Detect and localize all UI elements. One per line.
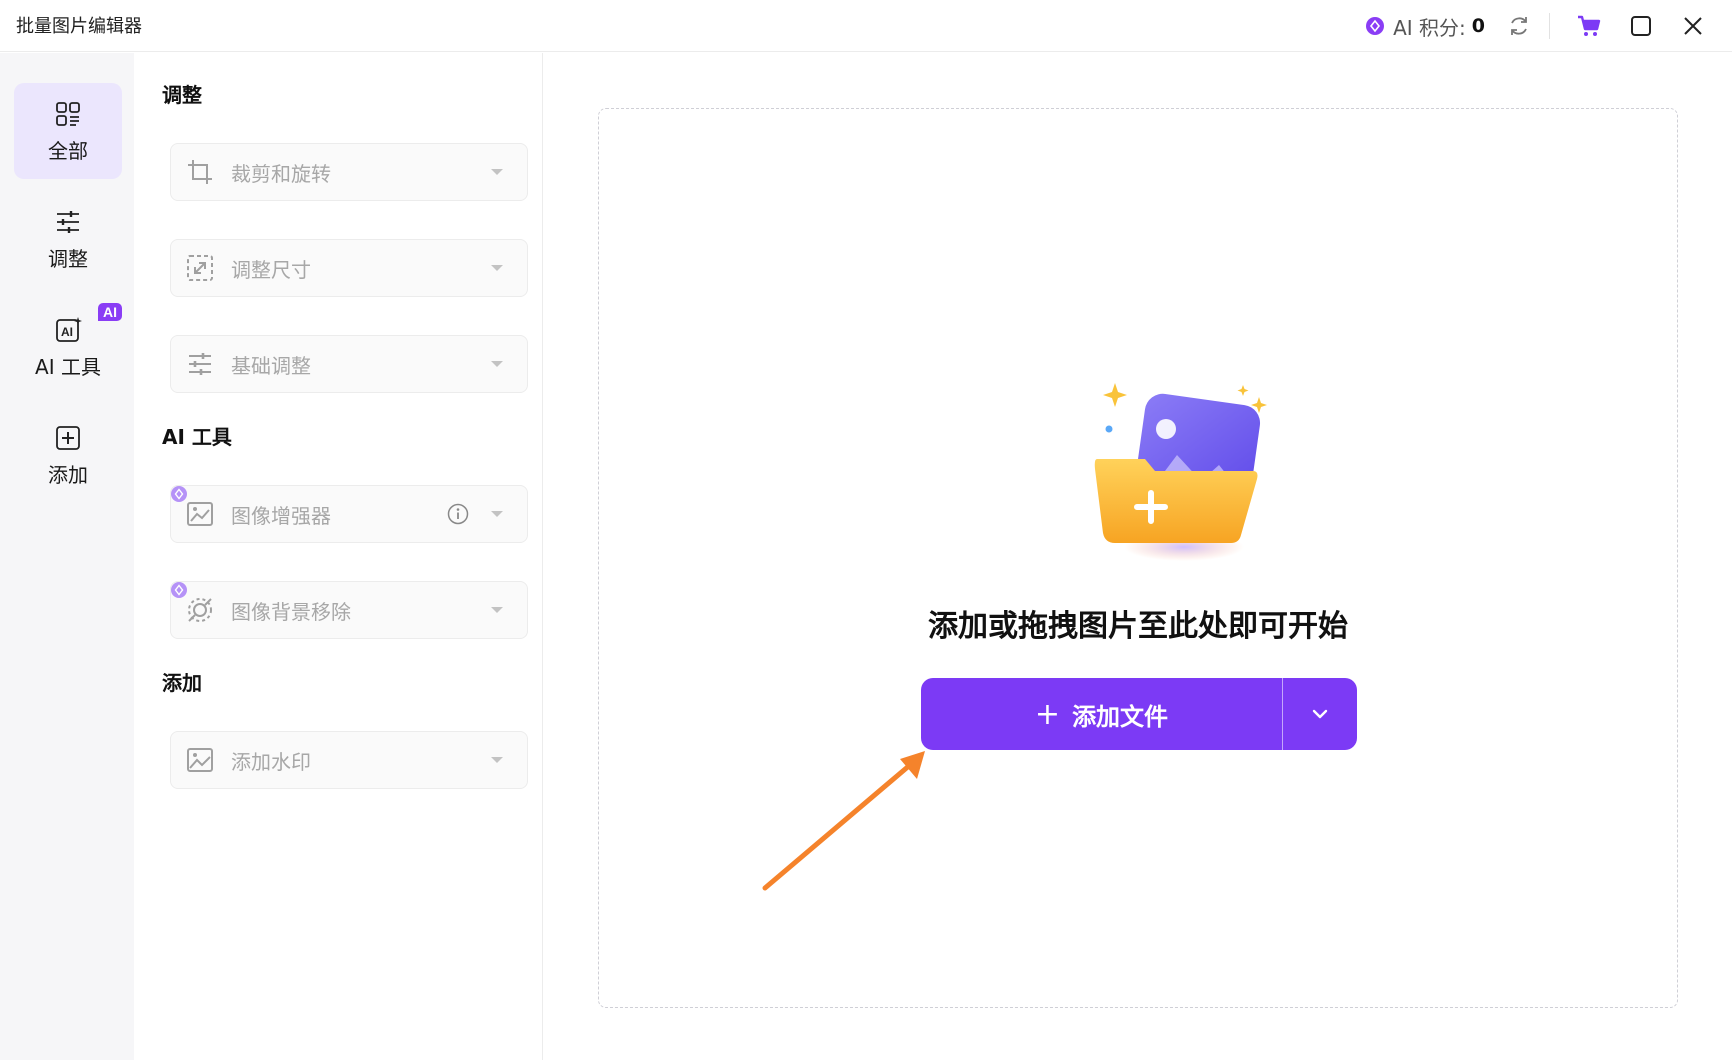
app-title: 批量图片编辑器 bbox=[16, 16, 142, 37]
watermark-icon bbox=[185, 745, 215, 775]
crop-icon bbox=[185, 157, 215, 187]
left-nav: 全部 调整 AI AI AI 工具 添加 bbox=[0, 53, 134, 1060]
image-enhance-icon bbox=[185, 499, 215, 529]
tool-resize[interactable]: 调整尺寸 bbox=[170, 239, 528, 297]
refresh-icon[interactable] bbox=[1507, 14, 1531, 38]
tool-crop-rotate[interactable]: 裁剪和旋转 bbox=[170, 143, 528, 201]
close-icon bbox=[1684, 17, 1702, 35]
chevron-down-icon bbox=[491, 265, 503, 271]
nav-item-adjust[interactable]: 调整 bbox=[14, 191, 122, 287]
add-files-split-button: + 添加文件 bbox=[921, 678, 1357, 750]
tool-label: 基础调整 bbox=[231, 353, 311, 378]
tool-label: 图像背景移除 bbox=[231, 599, 351, 624]
svg-text:AI: AI bbox=[61, 325, 73, 339]
tool-add-watermark[interactable]: 添加水印 bbox=[170, 731, 528, 789]
add-files-button[interactable]: + 添加文件 bbox=[921, 678, 1282, 750]
divider bbox=[1549, 13, 1550, 39]
tools-panel: 调整 裁剪和旋转 调整尺寸 基础调整 AI 工具 图像增强器 图像背景移除 添加… bbox=[134, 53, 543, 1060]
nav-label: 调整 bbox=[48, 246, 88, 271]
resize-icon bbox=[185, 253, 215, 283]
chevron-down-icon bbox=[1312, 709, 1328, 719]
grid-icon bbox=[56, 101, 80, 126]
title-bar: 批量图片编辑器 AI 积分: 0 bbox=[0, 0, 1732, 52]
plus-square-icon bbox=[56, 425, 80, 450]
section-title-adjust: 调整 bbox=[162, 83, 202, 107]
section-title-ai-tools: AI 工具 bbox=[162, 425, 232, 449]
ai-points-value: 0 bbox=[1471, 15, 1485, 37]
tool-basic-adjust[interactable]: 基础调整 bbox=[170, 335, 528, 393]
folder-image-icon bbox=[1094, 383, 1267, 561]
tool-label: 添加水印 bbox=[231, 749, 311, 774]
ai-image-icon: AI bbox=[56, 316, 82, 342]
drop-hint-text: 添加或拖拽图片至此处即可开始 bbox=[928, 609, 1348, 644]
nav-item-add[interactable]: 添加 bbox=[14, 407, 122, 503]
main-area: 添加或拖拽图片至此处即可开始 + 添加文件 bbox=[544, 53, 1732, 1060]
sliders-icon bbox=[57, 210, 79, 233]
tool-image-enhancer[interactable]: 图像增强器 bbox=[170, 485, 528, 543]
ai-badge: AI bbox=[98, 303, 122, 321]
chevron-down-icon bbox=[491, 607, 503, 613]
chevron-down-icon bbox=[491, 511, 503, 517]
pointer-arrow-icon bbox=[762, 751, 925, 891]
plus-icon: + bbox=[1034, 696, 1061, 732]
tool-label: 调整尺寸 bbox=[231, 257, 311, 282]
tool-label: 裁剪和旋转 bbox=[231, 161, 331, 186]
nav-item-ai-tools[interactable]: AI AI AI 工具 bbox=[14, 299, 122, 395]
nav-item-all[interactable]: 全部 bbox=[14, 83, 122, 179]
maximize-icon bbox=[1631, 16, 1651, 36]
title-bar-controls: AI 积分: 0 bbox=[1365, 0, 1732, 52]
chevron-down-icon bbox=[491, 169, 503, 175]
section-title-add: 添加 bbox=[162, 671, 202, 695]
maximize-button[interactable] bbox=[1628, 13, 1654, 39]
chevron-down-icon bbox=[491, 361, 503, 367]
ai-points[interactable]: AI 积分: 0 bbox=[1365, 12, 1485, 41]
nav-label: 全部 bbox=[48, 138, 88, 163]
cart-button[interactable] bbox=[1576, 13, 1602, 39]
ai-gem-icon bbox=[1366, 17, 1385, 35]
cart-icon bbox=[1578, 15, 1601, 36]
tool-label: 图像增强器 bbox=[231, 503, 331, 528]
info-icon[interactable] bbox=[447, 503, 469, 525]
sliders-icon bbox=[185, 349, 215, 379]
premium-gem-icon bbox=[171, 486, 187, 502]
add-files-label: 添加文件 bbox=[1072, 702, 1169, 731]
ai-points-label: AI 积分: bbox=[1393, 15, 1466, 40]
close-button[interactable] bbox=[1680, 13, 1706, 39]
tool-background-removal[interactable]: 图像背景移除 bbox=[170, 581, 528, 639]
premium-gem-icon bbox=[171, 582, 187, 598]
nav-label: AI 工具 bbox=[35, 354, 101, 379]
add-files-dropdown-button[interactable] bbox=[1283, 678, 1357, 750]
background-remove-icon bbox=[185, 595, 215, 625]
nav-label: 添加 bbox=[48, 462, 88, 487]
chevron-down-icon bbox=[491, 757, 503, 763]
